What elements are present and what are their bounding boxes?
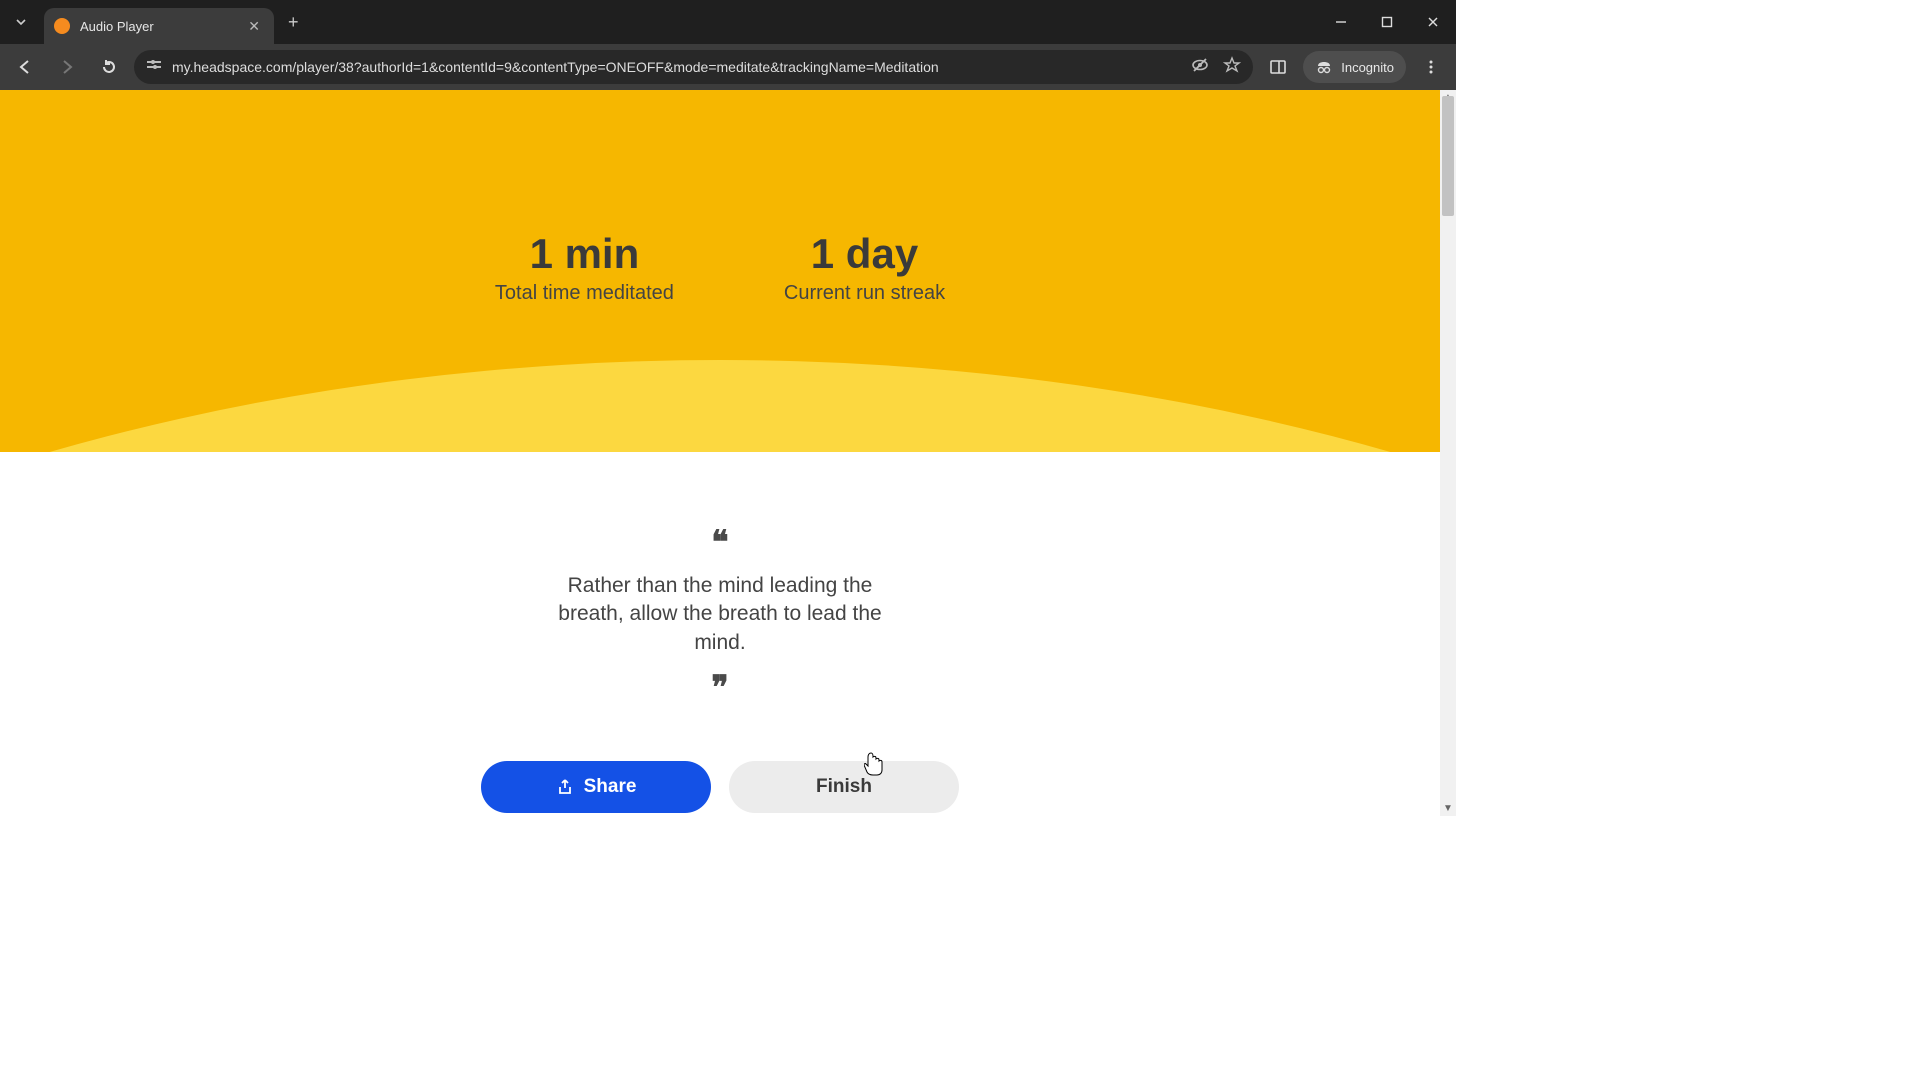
browser-tab[interactable]: Audio Player ✕: [44, 8, 274, 44]
maximize-window-button[interactable]: [1364, 0, 1410, 44]
tab-search-dropdown[interactable]: [4, 5, 38, 39]
back-button[interactable]: [8, 50, 42, 84]
side-panel-icon[interactable]: [1261, 50, 1295, 84]
stat-streak-value: 1 day: [784, 230, 945, 278]
bookmark-icon[interactable]: [1223, 56, 1241, 79]
url-text: my.headspace.com/player/38?authorId=1&co…: [172, 59, 939, 75]
quote-close-icon: ❞: [0, 671, 1440, 703]
tab-favicon: [54, 18, 70, 34]
finish-button[interactable]: Finish: [729, 761, 959, 813]
incognito-icon: [1315, 58, 1333, 76]
browser-menu-icon[interactable]: [1414, 50, 1448, 84]
vertical-scrollbar[interactable]: ▲ ▼: [1440, 90, 1456, 816]
page-viewport: 1 min Total time meditated 1 day Current…: [0, 90, 1456, 816]
quote-open-icon: ❝: [0, 526, 1440, 558]
scroll-down-icon[interactable]: ▼: [1443, 803, 1453, 814]
tab-title: Audio Player: [80, 19, 244, 34]
reload-button[interactable]: [92, 50, 126, 84]
stat-total-time-label: Total time meditated: [495, 282, 674, 305]
finish-button-label: Finish: [816, 776, 872, 798]
close-tab-icon[interactable]: ✕: [244, 16, 264, 37]
browser-toolbar: my.headspace.com/player/38?authorId=1&co…: [0, 44, 1456, 90]
address-bar[interactable]: my.headspace.com/player/38?authorId=1&co…: [134, 50, 1253, 84]
incognito-indicator[interactable]: Incognito: [1303, 51, 1406, 83]
share-button[interactable]: Share: [481, 761, 711, 813]
hero-banner: 1 min Total time meditated 1 day Current…: [0, 90, 1440, 452]
forward-button[interactable]: [50, 50, 84, 84]
share-button-label: Share: [584, 776, 637, 798]
scrollbar-thumb[interactable]: [1442, 96, 1454, 216]
close-window-button[interactable]: [1410, 0, 1456, 44]
share-icon: [556, 778, 574, 796]
titlebar: Audio Player ✕ +: [0, 0, 1456, 44]
stat-total-time-value: 1 min: [495, 230, 674, 278]
tracking-blocked-icon[interactable]: [1191, 56, 1209, 79]
quote-text: Rather than the mind leading the breath,…: [555, 572, 885, 657]
stat-streak: 1 day Current run streak: [784, 230, 945, 305]
new-tab-button[interactable]: +: [274, 12, 313, 33]
minimize-window-button[interactable]: [1318, 0, 1364, 44]
stat-streak-label: Current run streak: [784, 282, 945, 305]
quote-block: ❝ Rather than the mind leading the breat…: [0, 526, 1440, 703]
stat-total-time: 1 min Total time meditated: [495, 230, 674, 305]
incognito-label: Incognito: [1341, 60, 1394, 75]
site-settings-icon[interactable]: [146, 58, 162, 77]
